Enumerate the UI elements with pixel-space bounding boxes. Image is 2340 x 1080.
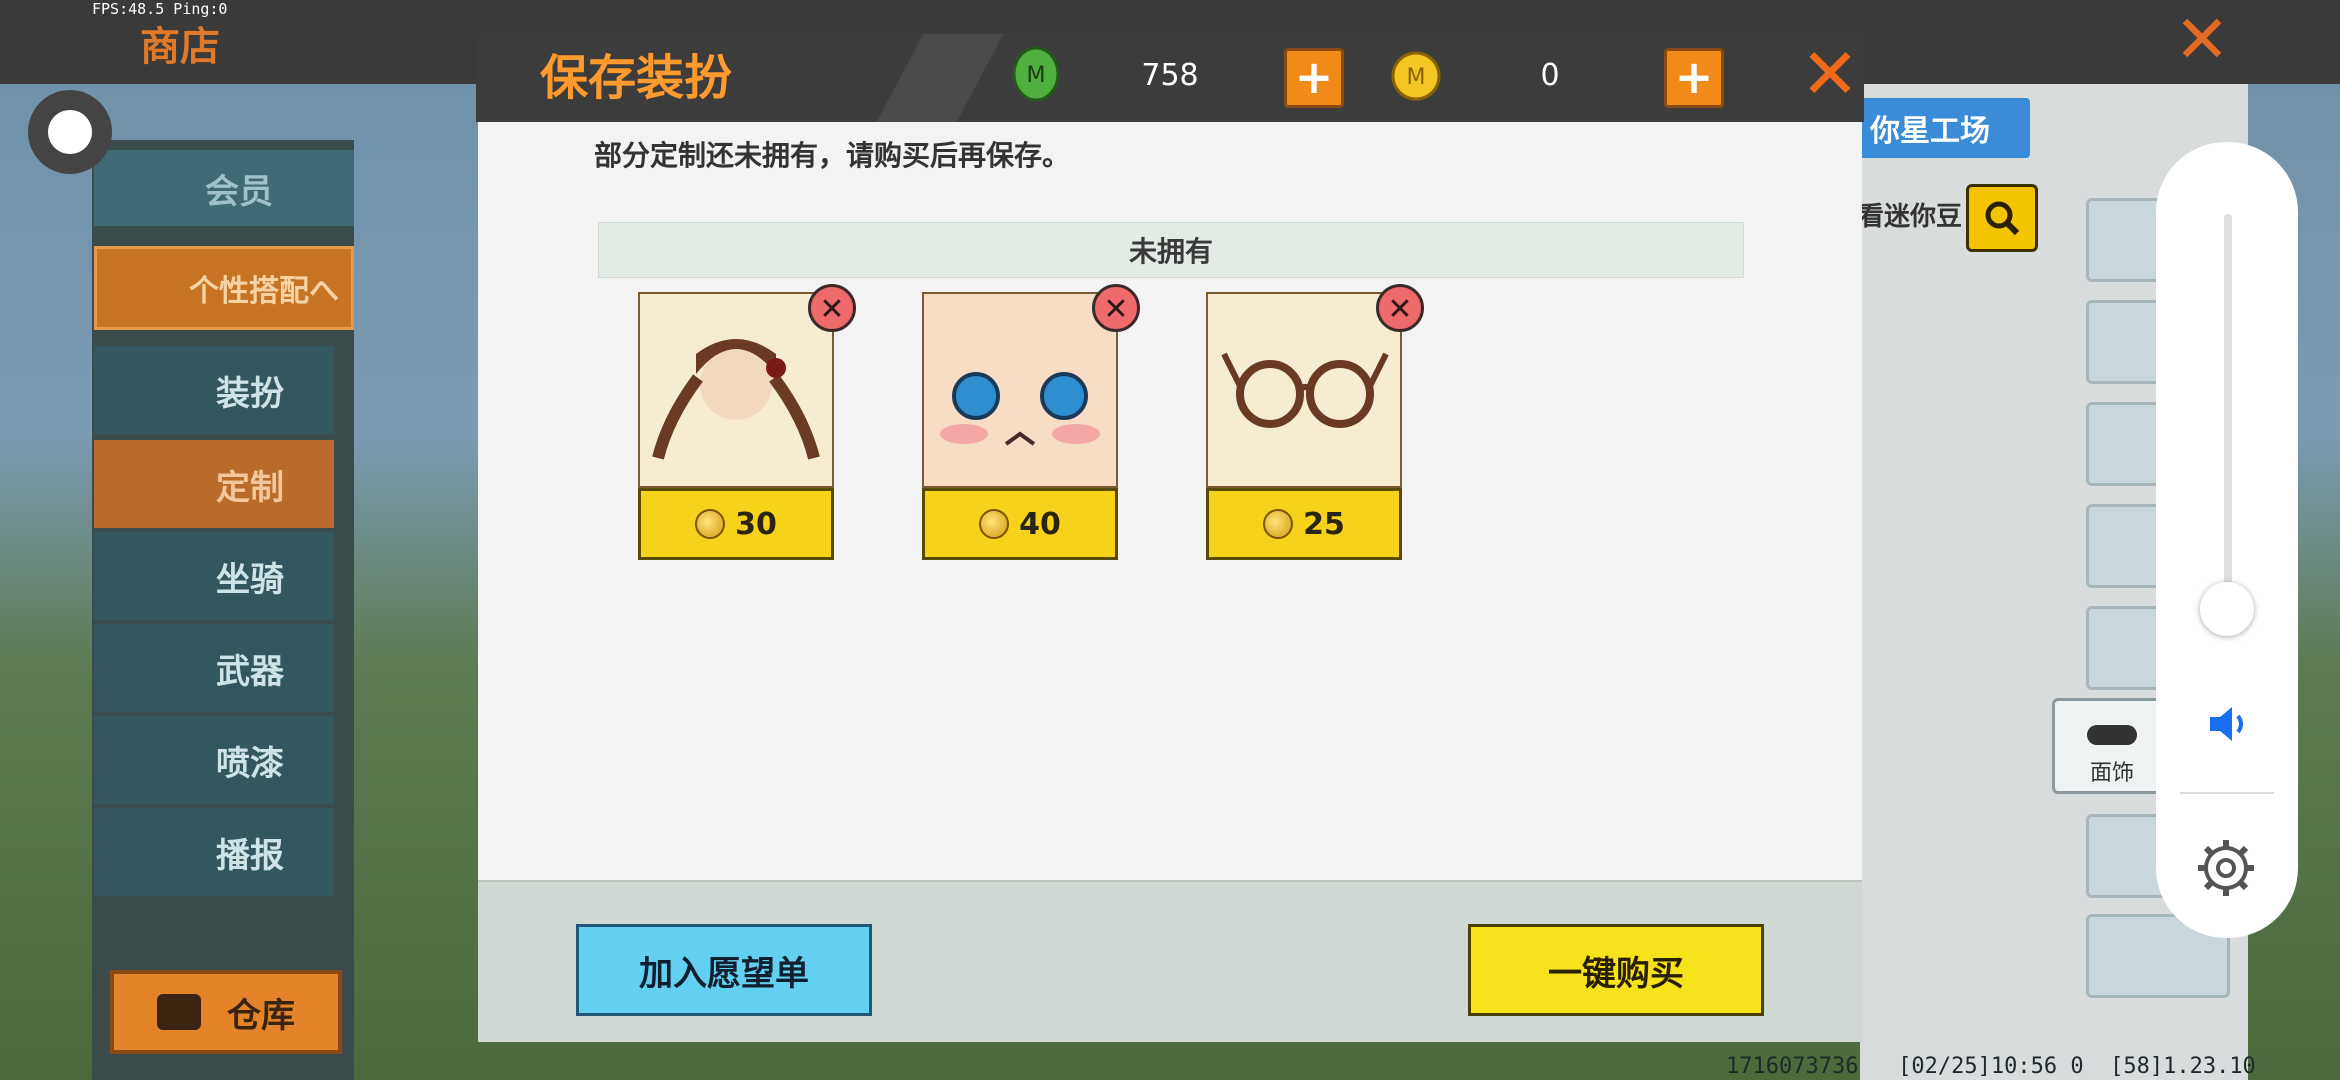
sidebar-item-personal[interactable]: 个性搭配へ: [94, 246, 354, 330]
dialog-close-icon[interactable]: ✕: [1800, 39, 1860, 109]
sidebar-item-member[interactable]: 会员: [94, 150, 354, 226]
hair-braids-icon: [638, 292, 834, 488]
gem-count: 758: [1141, 58, 1199, 93]
dialog-message: 部分定制还未拥有，请购买后再保存。: [594, 139, 1071, 172]
dialog-title: 保存装扮: [540, 50, 733, 106]
warehouse-button[interactable]: 仓库: [110, 970, 342, 1054]
remove-item-button[interactable]: ✕: [1376, 284, 1424, 332]
coin-icon: [695, 509, 726, 539]
add-coins-button[interactable]: +: [1664, 48, 1724, 108]
build-info: 1716073736 [02/25]10:56 0 [58]1.23.10: [1726, 1054, 2256, 1079]
shop-title: 商店: [140, 24, 220, 70]
sidebar-item-label: 定制: [216, 467, 284, 508]
sidebar-item-custom[interactable]: 定制: [94, 440, 334, 528]
item-price: 25: [1303, 506, 1345, 542]
price-tag: 25: [1206, 488, 1402, 560]
add-to-wishlist-button[interactable]: 加入愿望单: [576, 924, 872, 1016]
section-header: 未拥有: [598, 222, 1744, 278]
coin-icon: [1263, 509, 1294, 539]
search-icon: [1985, 201, 2020, 236]
round-glasses-icon: [1206, 292, 1402, 488]
mask-icon: [2087, 725, 2137, 745]
sidebar-item-label: 坐骑: [216, 559, 284, 600]
warehouse-label: 仓库: [227, 995, 295, 1036]
price-tag: 40: [922, 488, 1118, 560]
sidebar-item-outfit[interactable]: 装扮: [94, 346, 334, 434]
coin-icon: [979, 509, 1010, 539]
item-card-glasses[interactable]: ✕ 25: [1206, 284, 1424, 562]
sidebar-item-broadcast[interactable]: 播报: [94, 808, 334, 896]
mini-bean-label: 看迷你豆: [1858, 202, 1963, 232]
remove-item-button[interactable]: ✕: [1092, 284, 1140, 332]
remove-item-button[interactable]: ✕: [808, 284, 856, 332]
tab-mask[interactable]: 面饰: [2052, 698, 2172, 794]
volume-divider: [2180, 792, 2274, 794]
volume-slider-track[interactable]: [2224, 214, 2232, 634]
sidebar-item-spray[interactable]: 喷漆: [94, 716, 334, 804]
assistive-touch-button[interactable]: [28, 90, 112, 174]
speaker-icon[interactable]: [2200, 696, 2256, 752]
gear-icon[interactable]: [2194, 836, 2258, 900]
add-gems-button[interactable]: +: [1284, 48, 1344, 108]
sidebar-item-label: 武器: [216, 651, 284, 692]
item-price: 40: [1019, 506, 1061, 542]
shop-close-icon[interactable]: ✕: [2170, 7, 2234, 73]
coin-icon: M: [1390, 50, 1442, 102]
item-card-face[interactable]: ✕ 40: [922, 284, 1140, 562]
item-price: 30: [735, 506, 777, 542]
price-tag: 30: [638, 488, 834, 560]
tab-mask-label: 面饰: [2089, 761, 2134, 786]
sidebar-item-weapon[interactable]: 武器: [94, 624, 334, 712]
sidebar-item-mount[interactable]: 坐骑: [94, 532, 334, 620]
assistive-dot-icon: [48, 110, 92, 154]
buy-all-button[interactable]: 一键购买: [1468, 924, 1764, 1016]
sidebar-item-label: 装扮: [216, 373, 284, 414]
chest-icon: [157, 994, 201, 1030]
gem-icon: M: [1010, 46, 1062, 102]
sidebar-item-label: 播报: [216, 835, 284, 876]
face-blush-icon: [922, 292, 1118, 488]
coin-count: 0: [1540, 58, 1560, 93]
sidebar-item-label: 喷漆: [216, 743, 284, 784]
svg-text:M: M: [1027, 63, 1046, 88]
item-card-hair[interactable]: ✕ 30: [638, 284, 856, 562]
volume-slider-knob[interactable]: [2200, 582, 2254, 636]
svg-text:M: M: [1407, 65, 1426, 90]
search-button[interactable]: [1966, 184, 2038, 252]
